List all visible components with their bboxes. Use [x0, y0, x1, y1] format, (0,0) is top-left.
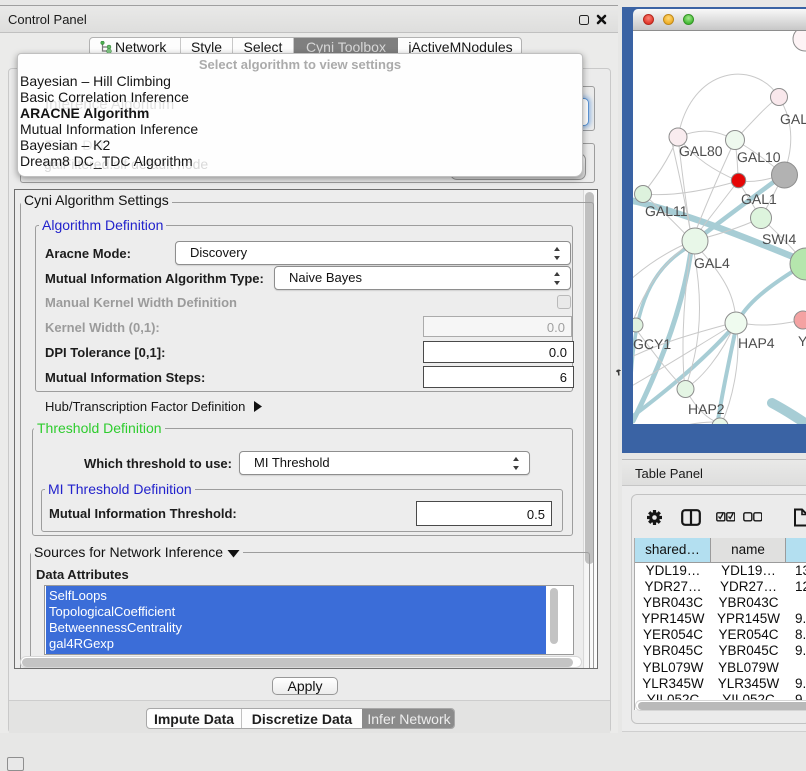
svg-text:SWI4: SWI4	[762, 231, 796, 247]
svg-text:GAL10: GAL10	[737, 149, 781, 165]
svg-text:HAP4: HAP4	[738, 335, 775, 351]
svg-text:Y: Y	[798, 333, 806, 349]
svg-text:GAL11: GAL11	[645, 203, 688, 219]
svg-text:GAL4: GAL4	[694, 255, 730, 271]
svg-text:HAP2: HAP2	[688, 401, 725, 417]
svg-text:GAL1: GAL1	[741, 191, 777, 207]
svg-text:GAL80: GAL80	[679, 143, 723, 159]
svg-text:GAL2: GAL2	[780, 111, 806, 127]
svg-text:GCY1: GCY1	[633, 336, 671, 352]
